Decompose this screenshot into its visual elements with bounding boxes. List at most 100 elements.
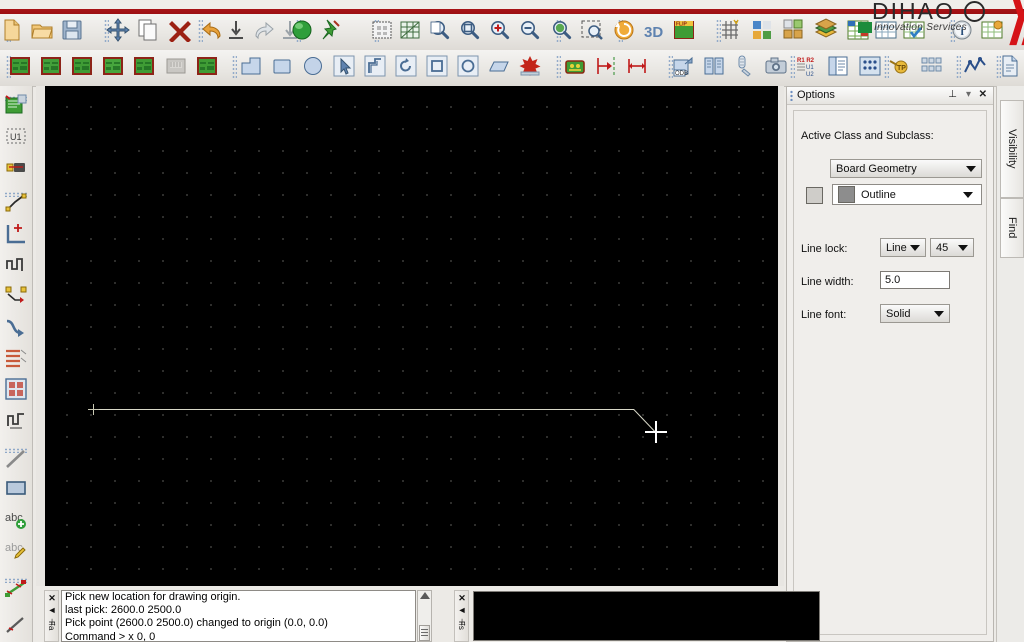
close-icon[interactable]: ✕ <box>979 89 987 101</box>
zoom-selection-button[interactable] <box>578 17 606 45</box>
close-icon[interactable]: ✕ <box>45 593 59 604</box>
copy-button[interactable] <box>134 17 162 45</box>
panel-grip-icon[interactable] <box>790 90 793 101</box>
line-lock-dropdown[interactable]: Line <box>880 238 926 257</box>
collapse-icon[interactable]: ◄ <box>455 605 469 615</box>
zoom-in-button[interactable] <box>486 17 514 45</box>
shape-void-circle-button[interactable] <box>454 53 482 81</box>
custom-smooth-button[interactable] <box>2 314 30 342</box>
zoom-out-button[interactable] <box>516 17 544 45</box>
add-corner-button[interactable] <box>2 221 30 249</box>
move-button[interactable] <box>104 17 132 45</box>
doc-new-button[interactable] <box>996 53 1024 81</box>
new-file-button[interactable] <box>0 17 26 45</box>
padstack-button[interactable] <box>856 53 884 81</box>
drawing-origin-button[interactable] <box>561 53 589 81</box>
tab-find[interactable]: Find <box>1000 198 1024 258</box>
array-pads-button[interactable] <box>917 53 945 81</box>
screen-capture-button[interactable] <box>762 53 790 81</box>
slide-route-button[interactable] <box>2 283 30 311</box>
grid-setup-button[interactable] <box>716 17 744 45</box>
delete-corner-button[interactable] <box>2 252 30 280</box>
class-dropdown[interactable]: Board Geometry <box>830 159 982 178</box>
grid-shade-icon <box>370 18 394 45</box>
line-font-dropdown[interactable]: Solid <box>880 304 950 323</box>
subclass-visibility-swatch[interactable] <box>806 187 823 204</box>
zoom-world-button[interactable] <box>548 17 576 45</box>
odb-export-button[interactable]: ODB <box>669 53 697 81</box>
refresh-button[interactable] <box>610 17 638 45</box>
open-file-button[interactable] <box>28 17 56 45</box>
film-control-button[interactable] <box>700 53 728 81</box>
route-return-button[interactable] <box>2 407 30 435</box>
pin-icon[interactable]: ⊥ <box>948 89 957 101</box>
subdrawing-button[interactable] <box>780 17 808 45</box>
label-u1-button[interactable]: U1 <box>2 123 30 151</box>
shape-rotate-icon <box>394 54 418 81</box>
dimension-edge-button[interactable] <box>592 53 620 81</box>
design-canvas[interactable] <box>45 86 778 586</box>
pin-button[interactable] <box>316 17 344 45</box>
shape-rect-button[interactable] <box>268 53 296 81</box>
command-log-text[interactable]: Pick new location for drawing origin. la… <box>61 590 416 642</box>
view-3d-button[interactable]: 3D <box>640 17 668 45</box>
command-log-grip: ✕ ◄ ⊥ Fa <box>44 590 59 642</box>
color-view-button[interactable] <box>368 17 396 45</box>
grid-toggle-button[interactable] <box>396 17 424 45</box>
pin-tool-button[interactable] <box>2 154 30 182</box>
save-file-button[interactable] <box>58 17 86 45</box>
route-spread-button[interactable] <box>2 345 30 373</box>
collapse-icon[interactable]: ◄ <box>45 605 59 615</box>
edit-text-button[interactable]: abc <box>2 537 30 565</box>
autoplace-button[interactable] <box>130 53 158 81</box>
place-replicate-button[interactable] <box>193 53 221 81</box>
scrollbar-thumb[interactable] <box>419 625 430 641</box>
place-logic-button[interactable] <box>2 92 30 120</box>
more-tools-button[interactable] <box>2 612 30 640</box>
tab-visibility[interactable]: Visibility <box>1000 100 1024 198</box>
zoom-fit-button[interactable] <box>426 17 454 45</box>
zoom-window-button[interactable] <box>456 17 484 45</box>
shape-compose-button[interactable] <box>361 53 389 81</box>
shape-void-button[interactable] <box>423 53 451 81</box>
color-pallette-button[interactable] <box>748 17 776 45</box>
place-component-button[interactable] <box>6 53 34 81</box>
shape-edit-button[interactable] <box>485 53 513 81</box>
report-button[interactable] <box>824 53 852 81</box>
swap-component-button[interactable] <box>68 53 96 81</box>
highlight-button[interactable] <box>288 17 316 45</box>
drop-down-button[interactable] <box>222 17 250 45</box>
flip-design-button[interactable]: FLIP <box>670 17 698 45</box>
shape-circle-button[interactable] <box>299 53 327 81</box>
signal-wave-button[interactable] <box>961 53 989 81</box>
contour-route-button[interactable] <box>2 376 30 404</box>
ratsnest-off-button[interactable] <box>162 53 190 81</box>
scroll-up-arrow-icon[interactable] <box>420 592 430 599</box>
add-text-button[interactable]: abc <box>2 506 30 534</box>
net-schedule-button[interactable] <box>2 576 30 604</box>
line-lock-angle-dropdown[interactable]: 45 <box>930 238 974 257</box>
console-output-panel[interactable] <box>473 591 820 641</box>
command-log-scrollbar[interactable] <box>417 590 432 642</box>
add-line-button[interactable] <box>2 446 30 474</box>
line-width-input[interactable]: 5.0 <box>880 271 950 289</box>
select-arrow-button[interactable] <box>330 53 358 81</box>
add-rect-button[interactable] <box>2 475 30 503</box>
close-icon[interactable]: ✕ <box>455 593 469 604</box>
shape-add-button[interactable] <box>237 53 265 81</box>
rule-check-button[interactable]: R1 R2 U1 U2 <box>794 53 822 81</box>
delete-button[interactable] <box>166 17 194 45</box>
probe-button[interactable] <box>731 53 759 81</box>
place-manual-button[interactable] <box>37 53 65 81</box>
layers-stack-button[interactable] <box>812 17 840 45</box>
console-grip: ✕ ◄ ⊥ Fs <box>454 590 469 642</box>
testpoint-button[interactable]: TP <box>885 53 913 81</box>
chevron-down-icon[interactable]: ▾ <box>966 89 971 101</box>
drc-shape-button[interactable] <box>516 53 544 81</box>
redo-button[interactable] <box>250 17 278 45</box>
quickplace-button[interactable] <box>99 53 127 81</box>
shape-rotate-button[interactable] <box>392 53 420 81</box>
dimension-linear-button[interactable] <box>623 53 651 81</box>
subclass-dropdown[interactable]: Outline <box>832 184 982 205</box>
add-connect-button[interactable] <box>2 190 30 218</box>
